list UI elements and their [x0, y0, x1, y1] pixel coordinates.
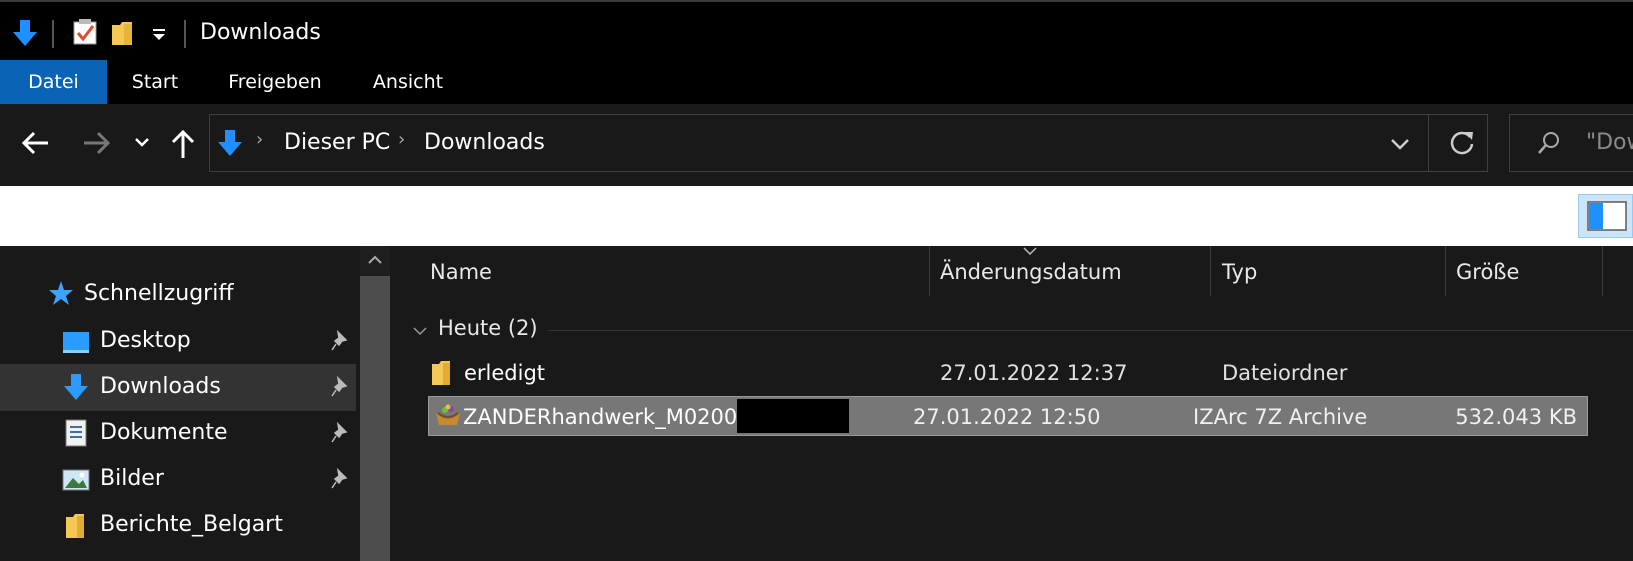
- refresh-icon[interactable]: [1448, 129, 1476, 157]
- archive-icon: [436, 404, 460, 425]
- nav-label-desktop: Desktop: [100, 328, 191, 353]
- table-row-zanderhandwerk[interactable]: ZANDERhandwerk_M0200_ 27.01.2022 12:50 I…: [428, 396, 1588, 436]
- pictures-icon: [62, 469, 90, 491]
- nav-scrollbar-thumb[interactable]: [360, 276, 390, 561]
- column-header-type[interactable]: Typ: [1222, 260, 1257, 284]
- nav-item-downloads[interactable]: Downloads: [0, 364, 356, 411]
- document-icon: [65, 419, 87, 447]
- back-arrow-icon[interactable]: [20, 130, 50, 156]
- file-size: 532.043 KB: [1455, 405, 1577, 429]
- customize-quick-access-icon[interactable]: [152, 28, 166, 42]
- recent-locations-chevron-icon[interactable]: [134, 136, 150, 148]
- breadcrumb-separator-icon[interactable]: ›: [256, 129, 263, 150]
- nav-pane-scrollbar[interactable]: [360, 246, 390, 561]
- tab-start[interactable]: Start: [118, 60, 192, 104]
- redaction-box: [737, 399, 849, 433]
- ribbon-tabs: Datei Start Freigeben Ansicht: [0, 60, 1633, 104]
- pin-icon: [331, 422, 348, 443]
- column-header-date[interactable]: Änderungsdatum: [940, 260, 1122, 284]
- download-arrow-icon[interactable]: [10, 18, 40, 48]
- file-type: Dateiordner: [1222, 361, 1348, 385]
- nav-item-bilder[interactable]: Bilder: [0, 456, 356, 503]
- folder-icon: [66, 514, 84, 538]
- nav-item-dokumente[interactable]: Dokumente: [0, 410, 356, 457]
- sort-indicator-icon: [1023, 247, 1037, 256]
- details-pane-icon: [1587, 201, 1627, 231]
- column-header-name[interactable]: Name: [430, 260, 492, 284]
- desktop-icon: [63, 332, 89, 353]
- window-title: Downloads: [200, 20, 321, 45]
- file-type: IZArc 7Z Archive: [1193, 405, 1368, 429]
- forward-arrow-icon[interactable]: [82, 130, 112, 156]
- pin-icon: [331, 468, 348, 489]
- star-icon: [49, 281, 73, 305]
- breadcrumb-separator-icon[interactable]: ›: [398, 129, 405, 150]
- breadcrumb-downloads[interactable]: Downloads: [424, 130, 545, 155]
- tab-datei[interactable]: Datei: [0, 60, 107, 104]
- file-name: erledigt: [464, 361, 546, 385]
- search-placeholder: "Dow: [1586, 130, 1633, 155]
- properties-icon[interactable]: [72, 18, 98, 46]
- download-icon: [64, 374, 88, 400]
- column-header-size[interactable]: Größe: [1456, 260, 1519, 284]
- nav-item-berichte-belgart[interactable]: Berichte_Belgart: [0, 502, 356, 549]
- pin-icon: [331, 376, 348, 397]
- file-date: 27.01.2022 12:50: [913, 405, 1101, 429]
- nav-label-berichte-belgart: Berichte_Belgart: [100, 512, 283, 537]
- title-bar: Downloads: [0, 0, 1633, 60]
- breadcrumb-dieser-pc[interactable]: Dieser PC: [284, 130, 390, 155]
- tab-ansicht[interactable]: Ansicht: [366, 60, 450, 104]
- group-divider: [548, 330, 1633, 331]
- nav-item-desktop[interactable]: Desktop: [0, 318, 356, 365]
- table-row-erledigt[interactable]: erledigt 27.01.2022 12:37 Dateiordner: [430, 354, 1590, 392]
- file-name: ZANDERhandwerk_M0200_: [463, 405, 748, 429]
- new-folder-icon[interactable]: [110, 19, 136, 47]
- search-box[interactable]: "Dow: [1509, 114, 1633, 172]
- address-dropdown-chevron-icon[interactable]: [1390, 137, 1410, 151]
- details-pane-toggle[interactable]: [1578, 194, 1633, 238]
- group-header-label[interactable]: Heute (2): [438, 316, 538, 340]
- search-icon: [1538, 132, 1559, 154]
- file-date: 27.01.2022 12:37: [940, 361, 1128, 385]
- folder-icon: [432, 361, 450, 385]
- nav-label-dokumente: Dokumente: [100, 420, 228, 445]
- scroll-up-arrow-icon[interactable]: [367, 254, 383, 266]
- pin-icon: [331, 330, 348, 351]
- up-arrow-icon[interactable]: [170, 128, 196, 160]
- tab-freigeben[interactable]: Freigeben: [220, 60, 330, 104]
- nav-quick-access[interactable]: Schnellzugriff: [84, 281, 233, 306]
- nav-label-downloads: Downloads: [100, 374, 221, 399]
- navigation-pane: Schnellzugriff Desktop Downloads Dokumen…: [0, 246, 390, 561]
- file-list: Name Änderungsdatum Typ Größe Heute (2) …: [390, 246, 1633, 561]
- command-strip: [0, 186, 1633, 246]
- address-bar[interactable]: › Dieser PC › Downloads: [209, 114, 1488, 172]
- nav-label-bilder: Bilder: [100, 466, 164, 491]
- downloads-location-icon: [218, 130, 242, 156]
- group-collapse-chevron-icon[interactable]: [412, 326, 428, 336]
- navigation-bar: › Dieser PC › Downloads "Dow: [0, 104, 1633, 186]
